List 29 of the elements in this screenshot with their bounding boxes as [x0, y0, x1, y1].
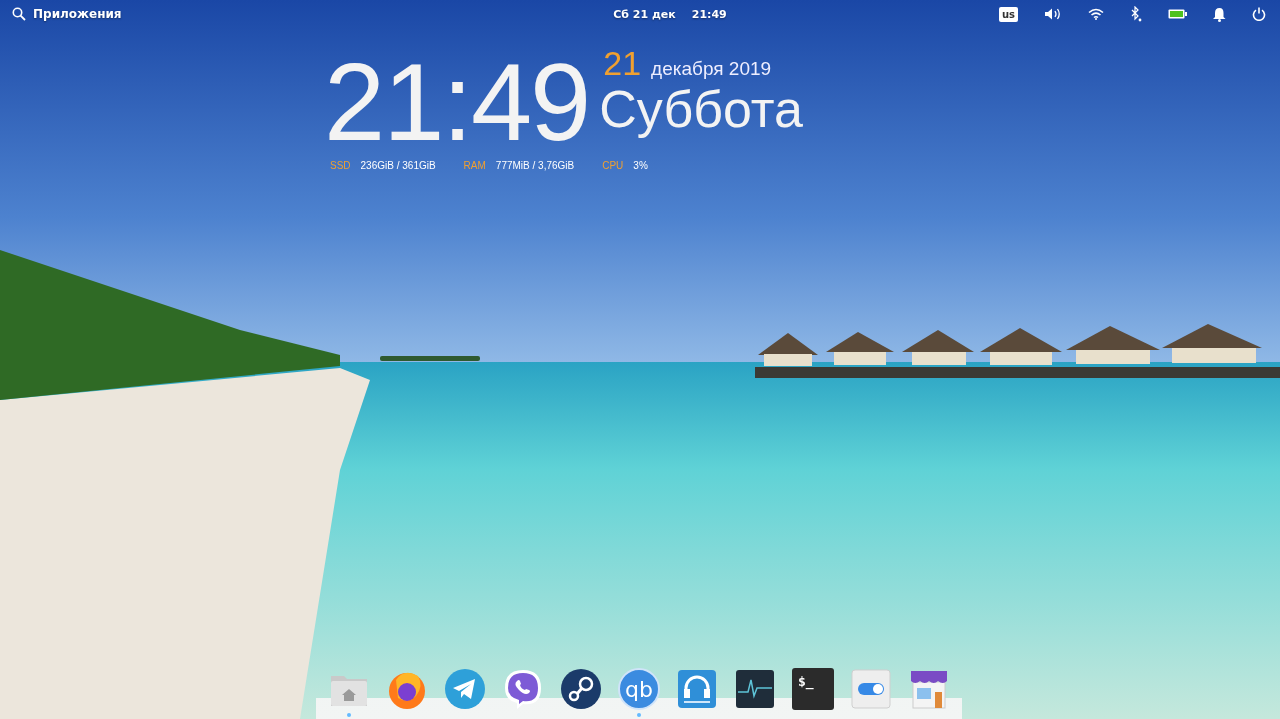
date-time-menu[interactable]: Сб 21 дек 21:49 [553, 7, 727, 21]
stat-label: SSD [330, 160, 351, 171]
applications-menu[interactable]: Приложения [33, 7, 122, 21]
search-icon[interactable] [12, 7, 26, 21]
power-icon[interactable] [1252, 7, 1266, 21]
hut-drawing [758, 333, 818, 366]
clock-time: 21:49 [324, 56, 590, 148]
phone-bubble-icon[interactable] [502, 668, 544, 710]
stat-label: CPU [602, 160, 624, 171]
bluetooth-icon[interactable] [1130, 6, 1142, 22]
terminal-icon[interactable]: $_ [792, 668, 834, 710]
toggle-switch-icon[interactable] [850, 668, 892, 710]
hut-drawing [826, 332, 894, 365]
heartbeat-icon[interactable] [734, 668, 776, 710]
stat-value: 236GiB / 361GiB [360, 160, 436, 171]
wifi-icon[interactable] [1088, 8, 1104, 20]
piston-icon[interactable] [560, 668, 602, 710]
hut-drawing [902, 330, 974, 365]
battery-icon[interactable] [1168, 9, 1187, 19]
bell-icon[interactable] [1213, 6, 1226, 22]
clock-day: 21 [603, 44, 642, 83]
headphones-icon[interactable] [676, 668, 718, 710]
stat-value: 3% [633, 160, 648, 171]
paper-plane-icon[interactable] [444, 668, 486, 710]
shop-icon[interactable] [908, 668, 950, 710]
clock-month-year: декабря 2019 [651, 58, 772, 80]
stat-value: 777MiB / 3,76GiB [495, 160, 575, 171]
stat-label: RAM [463, 160, 486, 171]
volume-icon[interactable] [1044, 7, 1062, 21]
